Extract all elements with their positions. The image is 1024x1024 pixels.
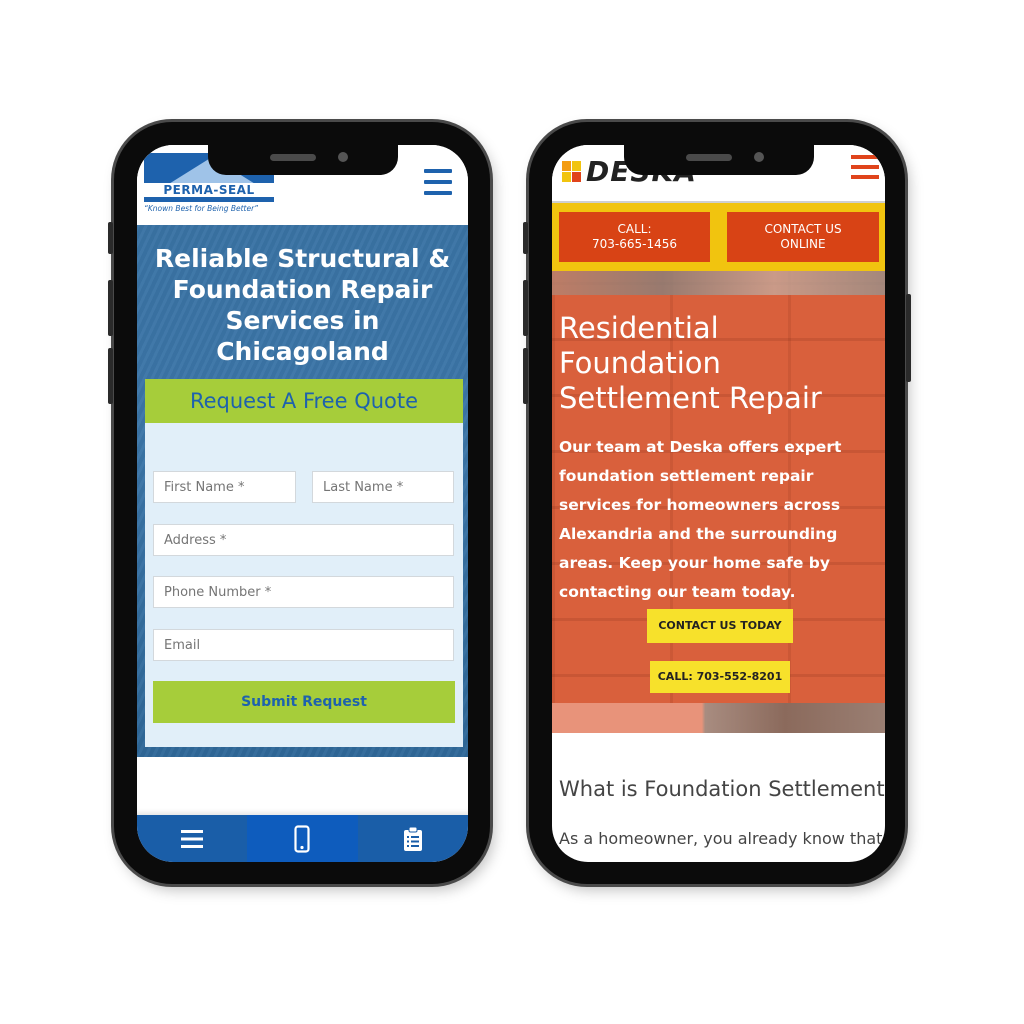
clipboard-list-icon [403, 826, 422, 851]
bottom-nav-menu[interactable] [137, 815, 247, 862]
section-heading: What is Foundation Settlement? [559, 777, 885, 801]
hero-description: Our team at Deska offers expert foundati… [559, 438, 842, 601]
logo-wordmark: PERMA-SEAL [144, 183, 274, 197]
call-button[interactable]: CALL: 703-665-1456 [559, 212, 710, 262]
bottom-nav-quote[interactable] [358, 815, 468, 862]
address-input[interactable] [153, 524, 454, 556]
content-spacer [137, 757, 468, 815]
mobile-phone-icon [294, 824, 311, 853]
call-button-number: 703-665-1456 [591, 237, 677, 251]
submit-request-button[interactable]: Submit Request [153, 681, 455, 723]
cta-strip: CALL: 703-665-1456 CONTACT US ONLINE [552, 203, 885, 271]
contact-online-button[interactable]: CONTACT US ONLINE [727, 212, 879, 262]
right-phone-mockup: DESKA CALL: 703-665-1456 CONTACT USONLIN… [523, 122, 911, 884]
hero-title: Reliable Structural & Foundation Repair … [154, 244, 451, 366]
quote-form: Request A Free Quote Submit Request [145, 379, 463, 747]
hamburger-menu-icon[interactable] [424, 169, 452, 195]
hamburger-menu-icon[interactable] [851, 155, 879, 181]
bottom-nav-bar [137, 815, 468, 862]
volume-down-button [523, 348, 528, 404]
phone-notch [623, 145, 814, 175]
mute-switch [523, 222, 528, 254]
call-button-label: CALL: [617, 222, 652, 236]
menu-icon [181, 829, 204, 848]
speaker-grille [685, 154, 732, 161]
hero-title-line: Residential [559, 311, 719, 345]
front-camera [337, 152, 348, 162]
hero-title: Residential Foundation Settlement Repair [559, 311, 879, 416]
speaker-grille [269, 154, 316, 161]
power-button [906, 294, 911, 382]
deska-logo-mark [562, 161, 582, 183]
left-phone-screen: PERMA-SEAL “Known Best for Being Better”… [137, 145, 468, 862]
logo-tagline: “Known Best for Being Better” [144, 204, 259, 213]
last-name-input[interactable] [312, 471, 454, 503]
volume-up-button [523, 280, 528, 336]
section-paragraph: As a homeowner, you already know that [559, 829, 883, 848]
contact-us-today-button[interactable]: CONTACT US TODAY [647, 609, 793, 643]
front-camera [753, 152, 764, 162]
hero-section: Reliable Structural & Foundation Repair … [137, 225, 468, 757]
contact-online-line1: CONTACT US [764, 222, 842, 236]
right-phone-screen: DESKA CALL: 703-665-1456 CONTACT USONLIN… [552, 145, 885, 862]
bottom-nav-call[interactable] [247, 815, 358, 862]
phone-number-input[interactable] [153, 576, 454, 608]
call-now-button[interactable]: CALL: 703-552-8201 [650, 661, 790, 693]
first-name-input[interactable] [153, 471, 296, 503]
hero-section: Residential Foundation Settlement Repair… [552, 271, 885, 733]
phone-notch [207, 145, 398, 175]
contact-online-line2: ONLINE [780, 237, 826, 251]
quote-form-heading: Request A Free Quote [145, 379, 463, 423]
left-phone-mockup: PERMA-SEAL “Known Best for Being Better”… [108, 122, 490, 884]
mute-switch [108, 222, 113, 254]
hero-title-line: Foundation [559, 346, 721, 380]
volume-down-button [108, 348, 113, 404]
email-input[interactable] [153, 629, 454, 661]
volume-up-button [108, 280, 113, 336]
hero-title-line: Settlement Repair [559, 381, 822, 415]
logo-underline [144, 197, 274, 202]
